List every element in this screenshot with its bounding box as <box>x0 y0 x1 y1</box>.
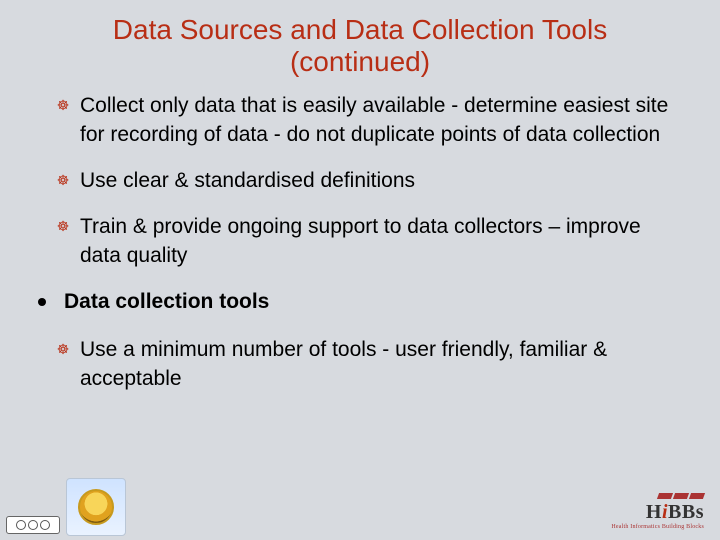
cc-icon <box>28 520 38 530</box>
hibbs-letter: BBs <box>668 501 704 523</box>
wheel-bullet-icon: ☸ <box>56 219 70 233</box>
crest-logo <box>66 478 126 536</box>
hibbs-letter: H <box>646 501 662 523</box>
hibbs-tagline: Health Informatics Building Blocks <box>611 524 704 530</box>
wheel-bullet-icon: ☸ <box>56 173 70 187</box>
slide: Data Sources and Data Collection Tools (… <box>0 0 720 540</box>
bullet-item-heading: Data collection tools <box>56 288 670 316</box>
cc-license-badge <box>6 516 60 534</box>
cc-icon <box>16 520 26 530</box>
bullet-item: ☸ Use clear & standardised definitions <box>56 167 670 195</box>
slide-body: ☸ Collect only data that is easily avail… <box>0 86 720 393</box>
wheel-bullet-icon: ☸ <box>56 98 70 112</box>
bullet-text: Use clear & standardised definitions <box>80 167 415 195</box>
bullet-text: Use a minimum number of tools - user fri… <box>80 336 670 393</box>
hibbs-stripes-icon <box>611 493 704 499</box>
wheel-bullet-icon: ☸ <box>56 342 70 356</box>
crest-emblem-icon <box>78 489 114 525</box>
bullet-item: ☸ Train & provide ongoing support to dat… <box>56 213 670 270</box>
bullet-item: ☸ Collect only data that is easily avail… <box>56 92 670 149</box>
bullet-heading-text: Data collection tools <box>64 288 269 316</box>
slide-footer: HiBBs Health Informatics Building Blocks <box>0 466 720 540</box>
bullet-text: Train & provide ongoing support to data … <box>80 213 670 270</box>
cc-icon <box>40 520 50 530</box>
slide-title: Data Sources and Data Collection Tools (… <box>0 0 720 86</box>
bullet-item: ☸ Use a minimum number of tools - user f… <box>56 336 670 393</box>
bullet-text: Collect only data that is easily availab… <box>80 92 670 149</box>
hibbs-logo: HiBBs Health Informatics Building Blocks <box>611 493 704 530</box>
dot-bullet-icon <box>38 298 46 306</box>
hibbs-wordmark: HiBBs <box>611 501 704 524</box>
